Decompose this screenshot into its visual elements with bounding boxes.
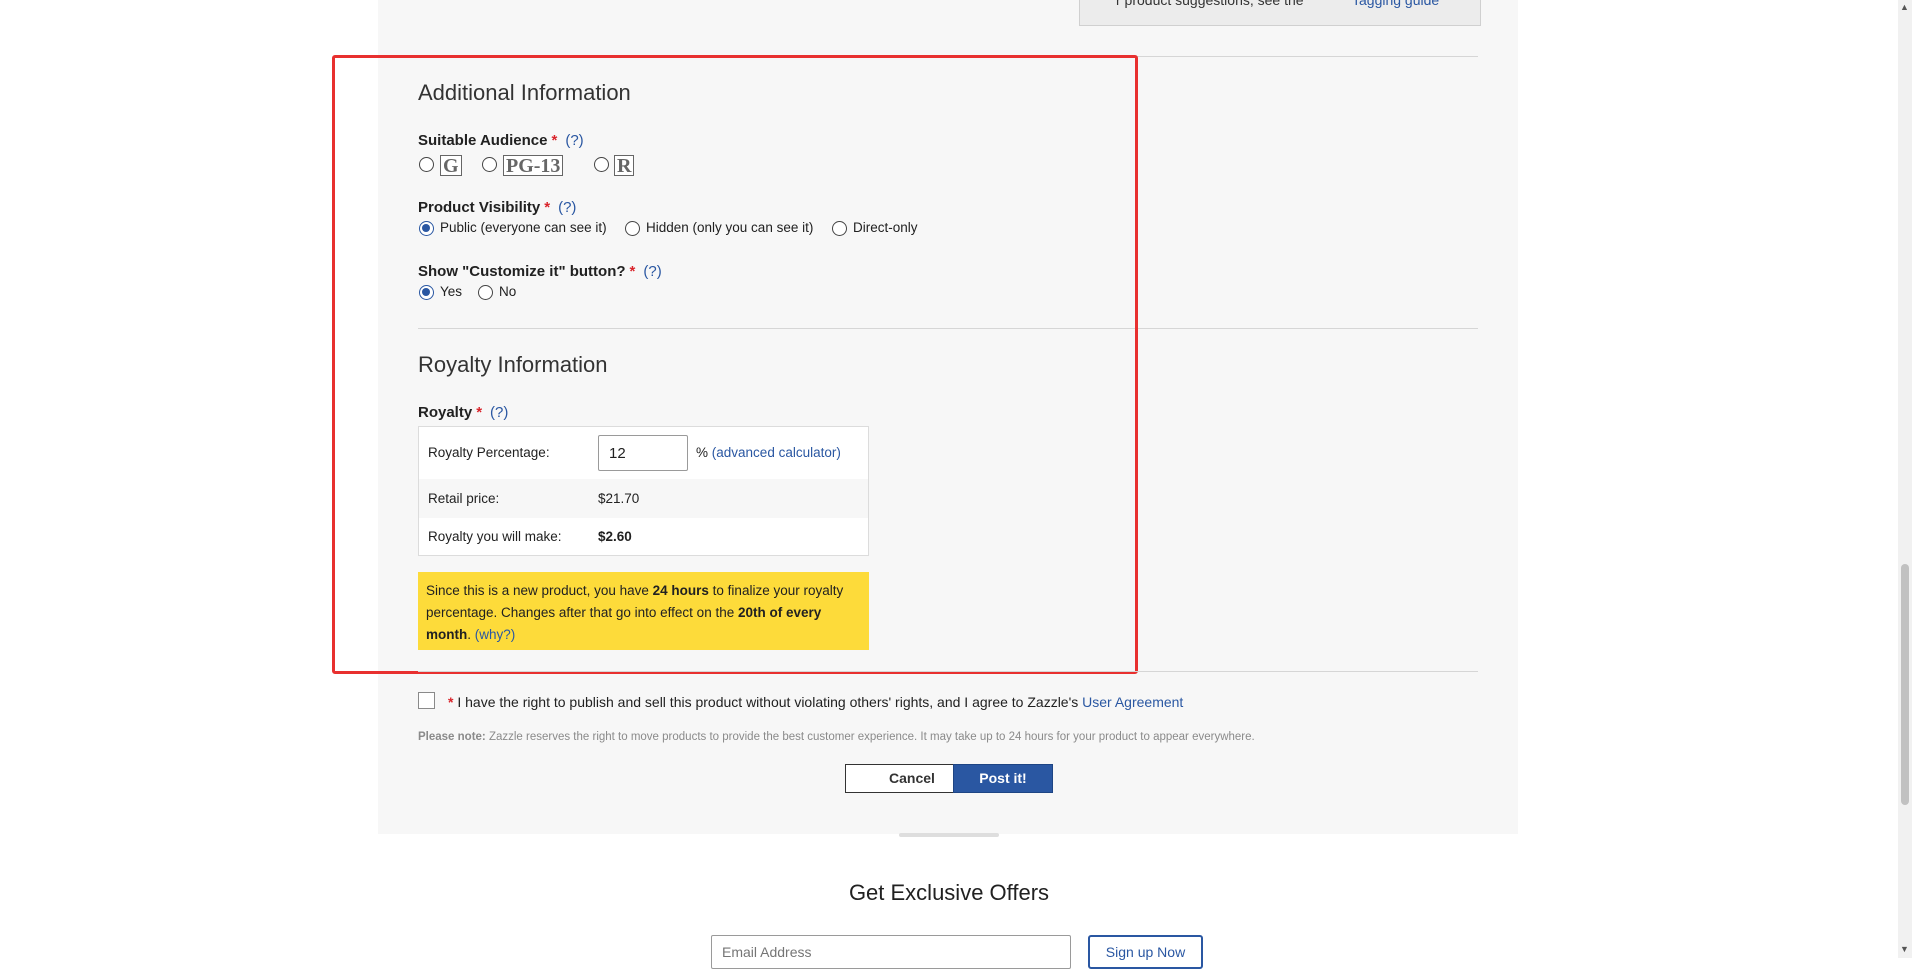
visibility-public-label[interactable]: Public (everyone can see it) xyxy=(440,220,607,235)
product-visibility-label: Product Visibility * (?) xyxy=(418,199,577,216)
visibility-public-radio[interactable] xyxy=(419,221,434,236)
calculator-text: % (advanced calculator) xyxy=(696,445,841,460)
sign-up-button[interactable]: Sign up Now xyxy=(1088,935,1203,969)
royalty-info-title: Royalty Information xyxy=(418,352,608,377)
royalty-help-link[interactable]: (?) xyxy=(490,404,508,421)
suitable-audience-help-link[interactable]: (?) xyxy=(565,132,583,149)
royalty-percentage-row: Royalty Percentage: % (advanced calculat… xyxy=(419,427,868,479)
rating-r-radio[interactable] xyxy=(594,157,609,172)
rating-r-badge[interactable]: R xyxy=(614,155,635,176)
agreement-text: * I have the right to publish and sell t… xyxy=(448,694,1184,710)
email-input[interactable] xyxy=(711,935,1071,969)
scroll-thumb[interactable] xyxy=(1901,564,1909,805)
divider xyxy=(418,56,1478,57)
customize-yes-label[interactable]: Yes xyxy=(440,284,462,299)
required-mark: * xyxy=(476,404,483,421)
royalty-label: Royalty * (?) xyxy=(418,404,509,421)
divider xyxy=(418,328,1478,329)
panel-handle xyxy=(899,833,999,837)
visibility-direct-label[interactable]: Direct-only xyxy=(853,220,918,235)
royalty-earn-label: Royalty you will make: xyxy=(428,529,562,544)
scroll-down-arrow-icon[interactable]: ▼ xyxy=(1900,944,1909,954)
tagging-note-box: r product suggestions, see the Tagging g… xyxy=(1079,0,1481,26)
rating-pg13-radio[interactable] xyxy=(482,157,497,172)
visibility-hidden-label[interactable]: Hidden (only you can see it) xyxy=(646,220,813,235)
offers-title: Get Exclusive Offers xyxy=(848,880,1050,905)
divider xyxy=(418,671,1478,672)
tagging-note-text: r product suggestions, see the xyxy=(1116,0,1304,8)
visibility-direct-radio[interactable] xyxy=(832,221,847,236)
customize-no-radio[interactable] xyxy=(478,285,493,300)
product-visibility-help-link[interactable]: (?) xyxy=(558,199,576,216)
royalty-notice: Since this is a new product, you have 24… xyxy=(418,572,869,650)
royalty-percentage-input[interactable] xyxy=(598,435,688,471)
required-mark: * xyxy=(551,132,558,149)
required-mark: * xyxy=(544,199,551,216)
customize-button-label: Show "Customize it" button? * (?) xyxy=(418,263,662,280)
please-note: Please note: Zazzle reserves the right t… xyxy=(418,731,1255,743)
retail-price-label: Retail price: xyxy=(428,491,500,506)
retail-price-value: $21.70 xyxy=(598,491,640,506)
rating-g-badge[interactable]: G xyxy=(440,155,462,176)
user-agreement-link[interactable]: User Agreement xyxy=(1082,694,1183,710)
royalty-percentage-label: Royalty Percentage: xyxy=(428,445,550,460)
retail-price-row: Retail price: $21.70 xyxy=(419,479,868,518)
scroll-up-arrow-icon[interactable]: ▲ xyxy=(1900,2,1909,12)
royalty-earn-row: Royalty you will make: $2.60 xyxy=(419,518,868,555)
rating-pg13-badge[interactable]: PG-13 xyxy=(503,155,564,176)
why-link[interactable]: (why?) xyxy=(475,627,516,642)
suitable-audience-label: Suitable Audience * (?) xyxy=(418,132,584,149)
scrollbar[interactable]: ▲ ▼ xyxy=(1898,0,1912,958)
agreement-checkbox[interactable] xyxy=(418,692,435,709)
customize-yes-radio[interactable] xyxy=(419,285,434,300)
visibility-hidden-radio[interactable] xyxy=(625,221,640,236)
required-mark: * xyxy=(629,263,636,280)
customize-help-link[interactable]: (?) xyxy=(643,263,661,280)
rating-g-radio[interactable] xyxy=(419,157,434,172)
tagging-guide-link[interactable]: Tagging guide xyxy=(1352,0,1439,8)
royalty-earn-value: $2.60 xyxy=(598,529,632,544)
post-button[interactable]: Post it! xyxy=(953,764,1053,793)
customize-no-label[interactable]: No xyxy=(499,284,516,299)
advanced-calculator-link[interactable]: (advanced calculator) xyxy=(712,445,841,460)
additional-info-title: Additional Information xyxy=(418,80,631,105)
royalty-table: Royalty Percentage: % (advanced calculat… xyxy=(418,426,869,556)
